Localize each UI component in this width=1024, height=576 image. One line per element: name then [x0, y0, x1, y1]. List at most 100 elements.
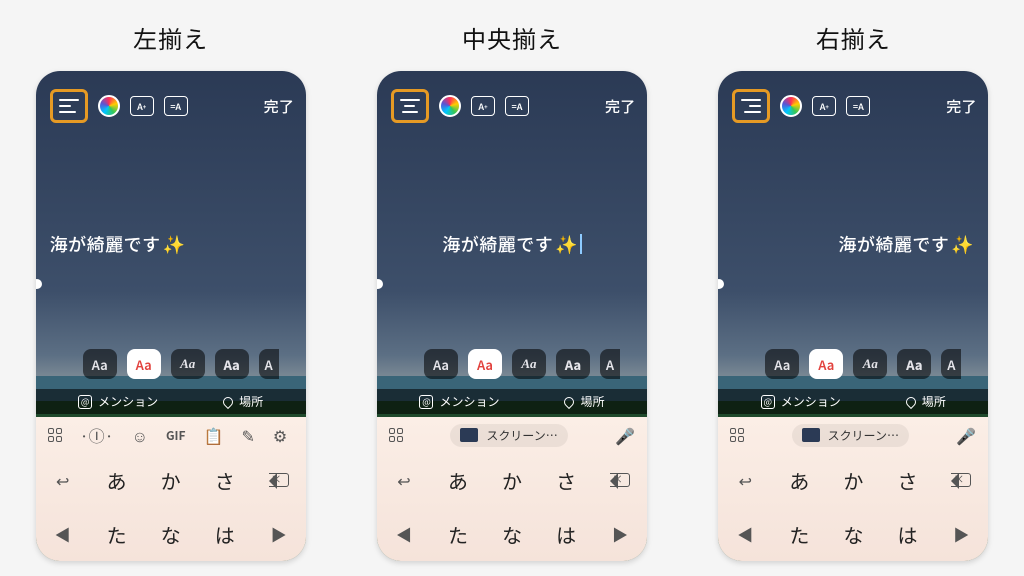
sticker-icon[interactable]: ☺ — [132, 423, 148, 447]
font-chip[interactable]: Aa — [512, 349, 546, 379]
edge-handle[interactable] — [718, 279, 724, 289]
key-undo[interactable]: ↩ — [377, 453, 431, 507]
font-chip[interactable]: Aa — [897, 349, 931, 379]
key-undo[interactable]: ↩ — [718, 453, 772, 507]
grid-icon[interactable] — [389, 428, 403, 442]
mention-tag[interactable]: @メンション — [78, 393, 158, 410]
key-backspace[interactable] — [593, 453, 647, 507]
font-chip[interactable]: Aa — [556, 349, 590, 379]
key-ta[interactable]: た — [772, 507, 826, 561]
text-effect-icon[interactable]: =A — [164, 96, 188, 116]
key-left[interactable]: ◀ — [377, 507, 431, 561]
color-picker-icon[interactable] — [439, 95, 461, 117]
font-size-icon[interactable]: A+ — [130, 96, 154, 116]
key-undo[interactable]: ↩ — [36, 453, 90, 507]
color-picker-icon[interactable] — [98, 95, 120, 117]
key-sa[interactable]: さ — [880, 453, 934, 507]
caption-text-layer[interactable]: 海が綺麗です✨ — [377, 231, 647, 257]
font-chip-selected[interactable]: Aa — [127, 349, 161, 379]
align-right-icon[interactable] — [741, 99, 761, 113]
font-chip[interactable]: Aa — [83, 349, 117, 379]
edge-handle[interactable] — [377, 279, 383, 289]
done-button[interactable]: 完了 — [264, 96, 294, 117]
edge-handle[interactable] — [36, 279, 42, 289]
font-style-row: Aa Aa Aa Aa A — [718, 349, 988, 379]
key-left[interactable]: ◀ — [36, 507, 90, 561]
font-chip-selected[interactable]: Aa — [809, 349, 843, 379]
font-chip-selected[interactable]: Aa — [468, 349, 502, 379]
mic-icon[interactable]: 🎤 — [956, 423, 976, 447]
place-tag[interactable]: 場所 — [564, 393, 604, 410]
align-left-icon[interactable] — [59, 99, 79, 113]
grid-icon[interactable] — [730, 428, 744, 442]
sparkle-icon: ✨ — [555, 231, 578, 257]
suggestion-pill[interactable]: スクリーン… — [450, 424, 567, 447]
key-a[interactable]: あ — [431, 453, 485, 507]
text-effect-icon[interactable]: =A — [846, 96, 870, 116]
key-ha[interactable]: は — [539, 507, 593, 561]
key-backspace[interactable] — [934, 453, 988, 507]
key-ka[interactable]: か — [485, 453, 539, 507]
caption-text-layer[interactable]: 海が綺麗です✨ — [718, 231, 988, 257]
key-ha[interactable]: は — [880, 507, 934, 561]
pin-icon — [904, 394, 918, 408]
grid-icon[interactable] — [48, 428, 62, 442]
key-right[interactable]: ▶ — [252, 507, 306, 561]
key-ka[interactable]: か — [144, 453, 198, 507]
font-chip[interactable]: Aa — [765, 349, 799, 379]
story-editor-topbar: A+ =A 完了 — [377, 71, 647, 129]
settings-icon[interactable]: ⚙ — [273, 423, 287, 447]
key-na[interactable]: な — [826, 507, 880, 561]
caption-text-layer[interactable]: 海が綺麗です✨ — [36, 231, 306, 257]
text-effect-icon[interactable]: =A — [505, 96, 529, 116]
key-sa[interactable]: さ — [539, 453, 593, 507]
font-chip[interactable]: Aa — [215, 349, 249, 379]
key-a[interactable]: あ — [772, 453, 826, 507]
key-backspace[interactable] — [252, 453, 306, 507]
soft-keyboard: ·Ⓘ· ☺ GIF 📋 ✎ ⚙ ↩ あ か さ ◀ た な — [36, 417, 306, 561]
mention-tag[interactable]: @ メンション — [761, 393, 841, 410]
clipboard-icon[interactable]: 📋 — [204, 423, 224, 447]
pen-icon[interactable]: ✎ — [241, 423, 254, 447]
font-chip[interactable]: A — [259, 349, 279, 379]
cursor-move-icon[interactable]: ·Ⓘ· — [80, 423, 114, 447]
backspace-icon — [269, 473, 289, 487]
backspace-icon — [610, 473, 630, 487]
font-chip[interactable]: Aa — [853, 349, 887, 379]
color-picker-icon[interactable] — [780, 95, 802, 117]
phone-mockup: A+ =A 完了 海が綺麗です✨ Aa Aa Aa Aa A @メンション 場所 — [377, 71, 647, 561]
key-na[interactable]: な — [485, 507, 539, 561]
done-button[interactable]: 完了 — [946, 96, 976, 117]
at-icon: @ — [761, 395, 775, 409]
key-ta[interactable]: た — [431, 507, 485, 561]
key-ka[interactable]: か — [826, 453, 880, 507]
mention-tag[interactable]: @メンション — [419, 393, 499, 410]
key-sa[interactable]: さ — [198, 453, 252, 507]
mic-icon[interactable]: 🎤 — [615, 423, 635, 447]
font-chip[interactable]: Aa — [171, 349, 205, 379]
align-center-icon[interactable] — [400, 99, 420, 113]
key-ha[interactable]: は — [198, 507, 252, 561]
font-chip[interactable]: Aa — [424, 349, 458, 379]
mention-label: メンション — [781, 393, 841, 410]
key-right[interactable]: ▶ — [934, 507, 988, 561]
font-chip[interactable]: A — [941, 349, 961, 379]
key-right[interactable]: ▶ — [593, 507, 647, 561]
key-na[interactable]: な — [144, 507, 198, 561]
column-center-align: 中央揃え A+ =A 完了 海が綺麗です✨ Aa Aa Aa — [377, 20, 647, 561]
align-button-highlight — [732, 89, 770, 123]
key-left[interactable]: ◀ — [718, 507, 772, 561]
font-size-icon[interactable]: A+ — [471, 96, 495, 116]
suggestion-pill[interactable]: スクリーン… — [792, 424, 909, 447]
font-size-icon[interactable]: A+ — [812, 96, 836, 116]
font-chip[interactable]: A — [600, 349, 620, 379]
caption-text: 海が綺麗です — [838, 231, 949, 257]
done-button[interactable]: 完了 — [605, 96, 635, 117]
tag-row: @メンション 場所 — [377, 389, 647, 414]
tag-row: @ メンション 場所 — [718, 389, 988, 414]
place-tag[interactable]: 場所 — [906, 393, 946, 410]
key-ta[interactable]: た — [90, 507, 144, 561]
gif-icon[interactable]: GIF — [166, 427, 186, 444]
place-tag[interactable]: 場所 — [223, 393, 263, 410]
key-a[interactable]: あ — [90, 453, 144, 507]
